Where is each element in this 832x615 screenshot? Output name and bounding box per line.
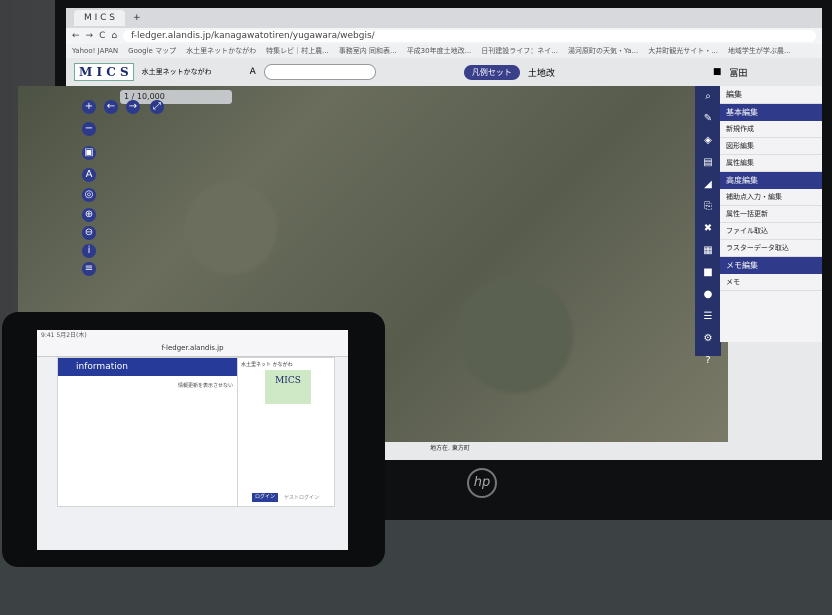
bookmark[interactable]: 大井町観光サイト・... <box>648 46 718 56</box>
info-checkbox-label[interactable]: 情報更新を表示させない <box>58 376 238 389</box>
menu-item[interactable]: 図形編集 <box>720 138 822 155</box>
guest-login-button[interactable]: ゲストログイン <box>284 494 319 501</box>
login-logo: MICS <box>265 370 311 404</box>
edit-icon[interactable]: ✎ <box>695 108 721 130</box>
panel-title: 編集 <box>720 86 822 104</box>
bookmark[interactable]: 特集レビ｜村上農... <box>266 46 329 56</box>
bookmark[interactable]: 平成30年度土地改... <box>407 46 472 56</box>
menu-item[interactable]: ファイル取込 <box>720 223 822 240</box>
bookmark[interactable]: 地域学生が学ぶ農... <box>728 46 791 56</box>
back-icon[interactable]: ← <box>72 31 80 41</box>
home-icon[interactable]: ⌂ <box>111 31 117 41</box>
bookmark[interactable]: Yahoo! JAPAN <box>72 47 118 55</box>
fullscreen-icon[interactable]: ⤢ <box>150 100 164 114</box>
grid-icon[interactable]: ▦ <box>695 240 721 262</box>
hp-logo: hp <box>467 468 497 498</box>
help-icon[interactable]: ? <box>695 350 721 372</box>
zoom-area-in-icon[interactable]: ⊕ <box>82 208 96 222</box>
ipad-url[interactable]: f-ledger.alandis.jp <box>37 340 348 357</box>
arrow-right-icon[interactable]: → <box>126 100 140 114</box>
info-dialog: information 情報更新を表示させない <box>57 357 239 507</box>
browser-urlbar: ← → C ⌂ f-ledger.alandis.jp/kanagawatoti… <box>66 28 822 44</box>
menu-item[interactable]: 新規作成 <box>720 121 822 138</box>
layers-icon[interactable]: ≡ <box>82 262 96 276</box>
info-title: information <box>58 358 238 376</box>
menu-item[interactable]: 属性一括更新 <box>720 206 822 223</box>
search-icon[interactable]: ⌕ <box>695 86 721 108</box>
location-icon[interactable]: ◎ <box>82 188 96 202</box>
reload-icon[interactable]: C <box>99 31 105 41</box>
app-logo: M I C S <box>74 63 134 81</box>
menu-item[interactable]: 属性編集 <box>720 155 822 172</box>
bookmark[interactable]: 水土里ネットかながわ <box>186 46 256 56</box>
print-icon[interactable]: ▣ <box>82 146 96 160</box>
tools-icon[interactable]: ✖ <box>695 218 721 240</box>
browser-tabbar: M I C S + <box>66 8 822 28</box>
new-tab-icon[interactable]: + <box>133 13 141 23</box>
bookmark[interactable]: 事務室内 同和表... <box>339 46 397 56</box>
section-header: 基本編集 <box>720 104 822 121</box>
zoom-in-icon[interactable]: + <box>82 100 96 114</box>
measure-icon[interactable]: ◢ <box>695 174 721 196</box>
url-field[interactable]: f-ledger.alandis.jp/kanagawatotiren/yuga… <box>123 30 816 42</box>
layer-button[interactable]: 凡例セット <box>463 64 520 80</box>
section-header: 高度編集 <box>720 172 822 189</box>
layers-icon[interactable]: ◈ <box>695 130 721 152</box>
app-header: M I C S 水土里ネットかながわ A 凡例セット 土地改 ■ 冨田 <box>66 58 822 86</box>
side-toolbar: ⌕ ✎ ◈ ▤ ◢ ⎘ ✖ ▦ ■ ● ☰ ⚙ ? <box>695 86 721 366</box>
user-icon: ■ <box>712 67 722 77</box>
info-icon[interactable]: i <box>82 244 96 258</box>
menu-item[interactable]: 補助点入力・編集 <box>720 189 822 206</box>
bookmarks-bar: Yahoo! JAPAN Google マップ 水土里ネットかながわ 特集レビ｜… <box>66 44 822 58</box>
briefcase-icon[interactable]: ■ <box>695 262 721 284</box>
arrow-left-icon[interactable]: ← <box>104 100 118 114</box>
forward-icon[interactable]: → <box>86 31 94 41</box>
bookmark[interactable]: 日刊建設ライフ：ネイ... <box>481 46 558 56</box>
menu-item[interactable]: ラスターデータ取込 <box>720 240 822 257</box>
browser-tab[interactable]: M I C S <box>74 10 125 26</box>
gear-icon[interactable]: ⚙ <box>695 328 721 350</box>
list-icon[interactable]: ☰ <box>695 306 721 328</box>
search-hint: A <box>249 67 256 77</box>
measure-icon[interactable]: A <box>82 168 96 182</box>
zoom-out-icon[interactable]: − <box>82 122 96 136</box>
map-status: 地方在. 東方町 <box>430 445 470 452</box>
layer-value[interactable]: 土地改 <box>528 66 555 79</box>
user-icon[interactable]: ● <box>695 284 721 306</box>
print-icon[interactable]: ▤ <box>695 152 721 174</box>
user-name: 冨田 <box>729 68 748 79</box>
login-button[interactable]: ログイン <box>252 493 278 502</box>
export-icon[interactable]: ⎘ <box>695 196 721 218</box>
menu-item[interactable]: メモ <box>720 274 822 291</box>
app-logo-sub: 水土里ネットかながわ <box>141 68 212 76</box>
bookmark[interactable]: 湯河原町の天気・Ya... <box>568 46 638 56</box>
search-input[interactable] <box>263 64 376 80</box>
edit-panel: 編集 基本編集 新規作成 図形編集 属性編集 高度編集 補助点入力・編集 属性一… <box>720 86 822 342</box>
section-header: メモ編集 <box>720 257 822 274</box>
zoom-area-out-icon[interactable]: ⊖ <box>82 226 96 240</box>
ipad-status: 9:41 5月2日(木) <box>37 330 348 340</box>
bookmark[interactable]: Google マップ <box>128 46 176 56</box>
